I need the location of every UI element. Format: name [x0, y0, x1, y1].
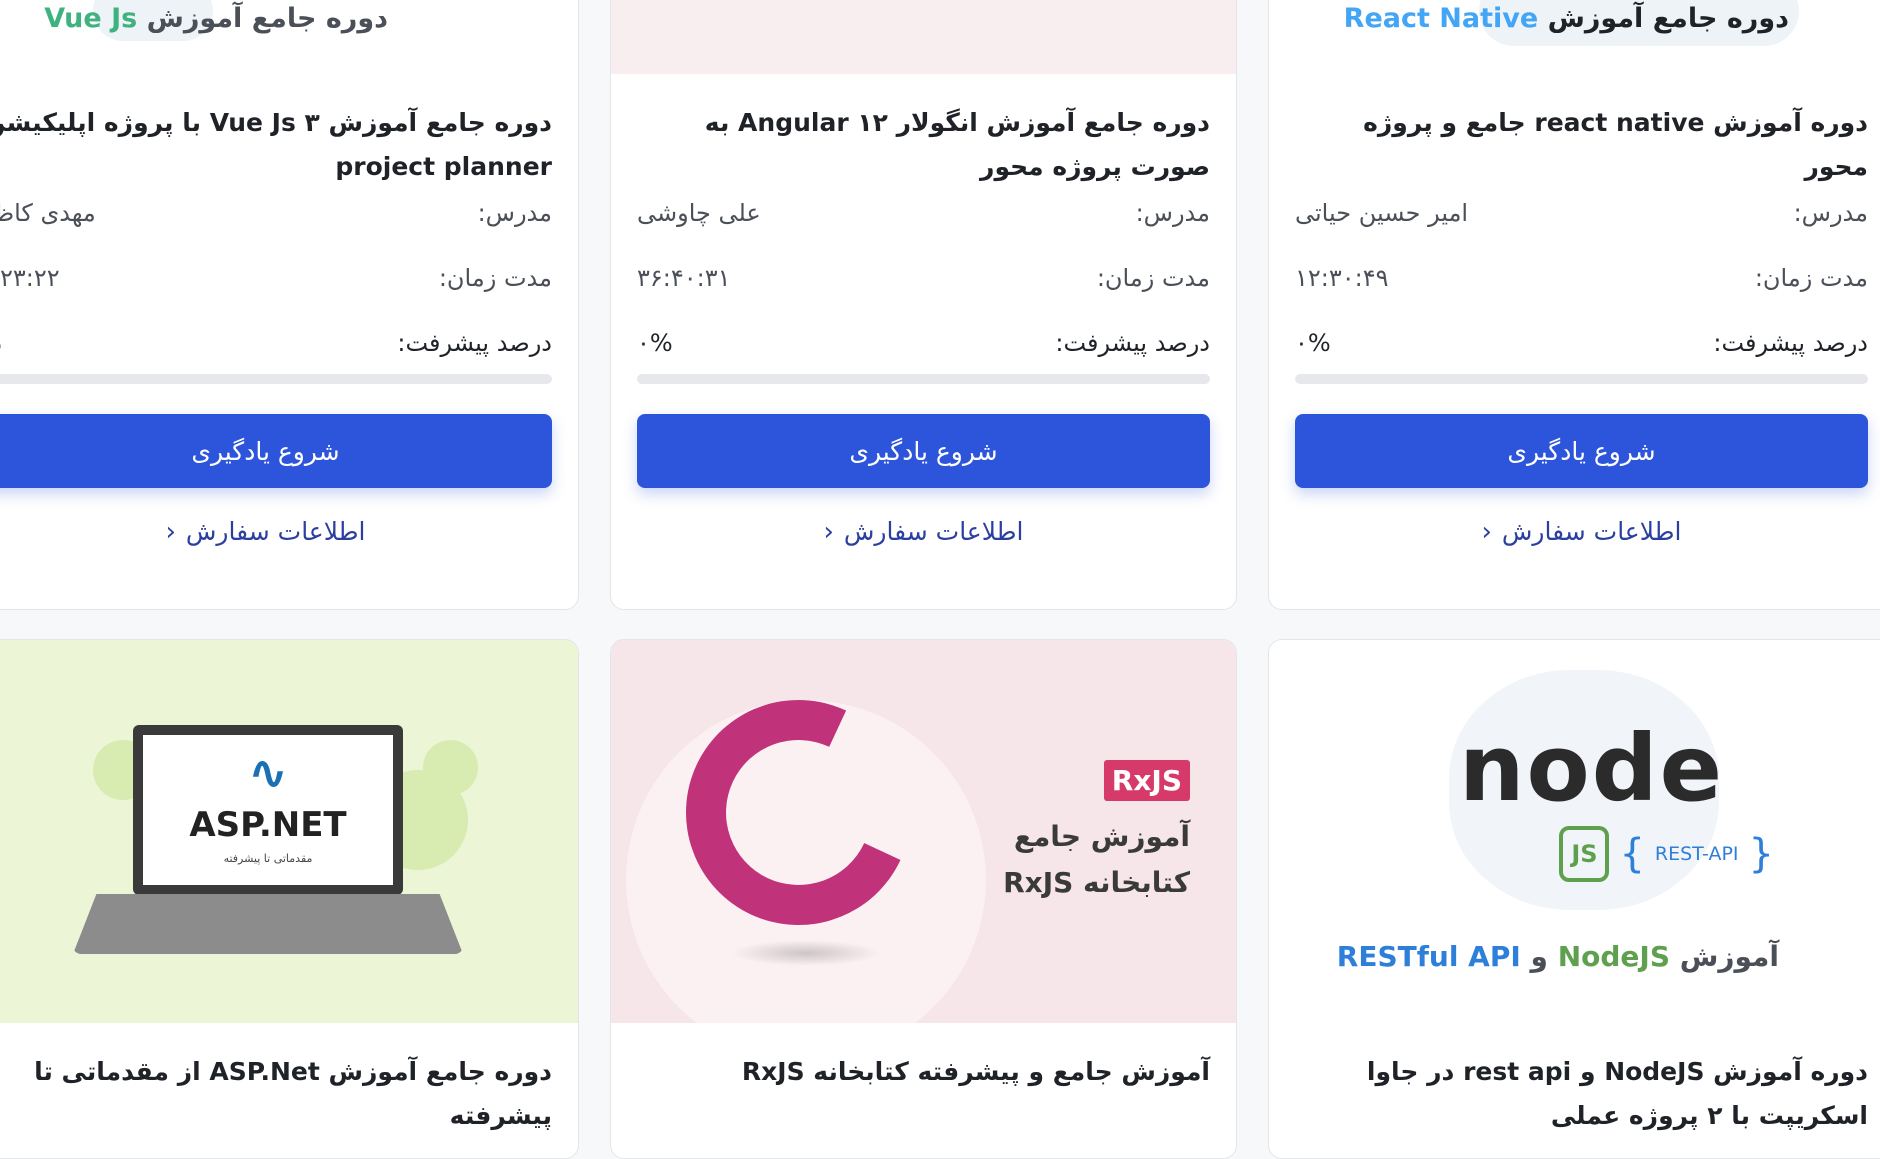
- course-title[interactable]: دوره آموزش react native جامع و پروژه محو…: [1295, 101, 1868, 189]
- course-title[interactable]: دوره جامع آموزش انگولار ۱۲ Angular به صو…: [637, 101, 1210, 189]
- duration-row: مدت زمان: ۱:۲۳:۲۲: [0, 264, 552, 292]
- order-info-label: اطلاعات سفارش: [185, 517, 366, 546]
- duration-value: ۱۲:۳۰:۴۹: [1295, 264, 1389, 292]
- js-hexagon-icon: JS: [1559, 826, 1610, 882]
- course-thumbnail: ∿ ASP.NET مقدماتی تا پیشرفته: [0, 640, 578, 1023]
- thumbnail-shadow: [731, 940, 881, 966]
- start-learning-button[interactable]: شروع یادگیری: [637, 414, 1210, 488]
- aspnet-subtitle: مقدماتی تا پیشرفته: [223, 852, 313, 865]
- chevron-left-icon: ‹: [823, 517, 834, 547]
- rxjs-badge: RxJS: [1103, 760, 1190, 801]
- laptop-base: [73, 894, 463, 954]
- instructor-label: مدرس:: [1135, 199, 1210, 227]
- curly-brace-icon: {: [1619, 831, 1645, 877]
- course-title[interactable]: دوره جامع آموزش ASP.Net از مقدماتی تا پی…: [0, 1050, 552, 1138]
- course-title[interactable]: دوره آموزش NodeJS و rest api در جاوا اسک…: [1295, 1050, 1868, 1138]
- progress-label: درصد پیشرفت:: [397, 329, 552, 357]
- progress-bar: [637, 374, 1210, 384]
- course-card-vue[interactable]: دوره جامع آموزش Vue Js دوره جامع آموزش V…: [0, 0, 579, 610]
- nodejs-logo-text: node: [1459, 715, 1724, 822]
- course-card-rxjs[interactable]: RxJS آموزش جامع کتابخانه RxJS آموزش جامع…: [610, 639, 1237, 1159]
- course-thumbnail: دوره جامع آموزش React Native: [1269, 0, 1880, 74]
- thumbnail-shadow: [761, 0, 1011, 1]
- thumbnail-title: دوره جامع آموزش React Native: [1344, 3, 1789, 34]
- course-card-aspnet[interactable]: ∿ ASP.NET مقدماتی تا پیشرفته دوره جامع آ…: [0, 639, 579, 1159]
- thumbnail-title-brand: React Native: [1343, 3, 1539, 34]
- nodejs-logo: node: [1459, 715, 1724, 822]
- duration-row: مدت زمان: ۱۲:۳۰:۴۹: [1295, 264, 1868, 292]
- duration-row: مدت زمان: ۳۶:۴۰:۳۱: [637, 264, 1210, 292]
- course-thumbnail: [611, 0, 1236, 74]
- start-learning-button[interactable]: شروع یادگیری: [0, 414, 552, 488]
- order-info-link[interactable]: اطلاعات سفارش ‹: [0, 517, 578, 547]
- course-thumbnail: RxJS آموزش جامع کتابخانه RxJS: [611, 640, 1236, 1023]
- laptop-screen: ∿ ASP.NET مقدماتی تا پیشرفته: [133, 725, 403, 895]
- chevron-left-icon: ‹: [1481, 517, 1492, 547]
- course-thumbnail: دوره جامع آموزش Vue Js: [0, 0, 578, 74]
- thumbnail-caption: آموزش NodeJS و RESTful API: [1337, 940, 1779, 973]
- instructor-name: امیر حسین حیاتی: [1295, 199, 1469, 227]
- duration-label: مدت زمان:: [1096, 264, 1210, 292]
- duration-label: مدت زمان:: [1754, 264, 1868, 292]
- progress-value: ۰%: [1295, 329, 1331, 357]
- course-card-react-native[interactable]: دوره جامع آموزش React Native دوره آموزش …: [1268, 0, 1880, 610]
- progress-row: درصد پیشرفت: ۰%: [1295, 329, 1868, 357]
- chevron-left-icon: ‹: [165, 517, 176, 547]
- progress-bar: [1295, 374, 1868, 384]
- order-info-label: اطلاعات سفارش: [1501, 517, 1682, 546]
- rest-api-badge: REST-API: [1654, 843, 1739, 865]
- course-title[interactable]: آموزش جامع و پیشرفته کتابخانه RxJS: [637, 1050, 1210, 1094]
- course-title[interactable]: دوره جامع آموزش Vue Js ۳ با پروژه اپلیکی…: [0, 101, 552, 189]
- instructor-row: مدرس: علی چاوشی: [637, 199, 1210, 227]
- aspnet-wave-icon: ∿: [247, 745, 289, 801]
- progress-bar: [0, 374, 552, 384]
- instructor-row: مدرس: مهدی کاظم: [0, 199, 552, 227]
- course-card-angular[interactable]: دوره جامع آموزش انگولار ۱۲ Angular به صو…: [610, 0, 1237, 610]
- instructor-row: مدرس: امیر حسین حیاتی: [1295, 199, 1868, 227]
- order-info-label: اطلاعات سفارش: [843, 517, 1024, 546]
- thumbnail-badges: JS { REST-API }: [1559, 826, 1774, 882]
- duration-value: ۱:۲۳:۲۲: [0, 264, 60, 292]
- instructor-label: مدرس:: [477, 199, 552, 227]
- order-info-link[interactable]: اطلاعات سفارش ‹: [611, 517, 1236, 547]
- caption-and: و: [1530, 940, 1548, 973]
- course-card-nodejs[interactable]: node JS { REST-API } آموزش NodeJS و REST…: [1268, 639, 1880, 1159]
- aspnet-logo: ASP.NET: [189, 805, 347, 845]
- caption-node: NodeJS: [1557, 940, 1670, 973]
- progress-label: درصد پیشرفت:: [1713, 329, 1868, 357]
- thumbnail-caption-line1: آموزش جامع: [1013, 820, 1190, 853]
- order-info-link[interactable]: اطلاعات سفارش ‹: [1269, 517, 1880, 547]
- curly-brace-icon: }: [1748, 831, 1774, 877]
- progress-value: %: [0, 329, 2, 357]
- thumbnail-title-prefix: دوره جامع آموزش: [146, 3, 388, 34]
- instructor-name: علی چاوشی: [637, 199, 761, 227]
- start-learning-button[interactable]: شروع یادگیری: [1295, 414, 1868, 488]
- thumbnail-title-prefix: دوره جامع آموزش: [1547, 3, 1789, 34]
- instructor-label: مدرس:: [1793, 199, 1868, 227]
- duration-label: مدت زمان:: [438, 264, 552, 292]
- progress-label: درصد پیشرفت:: [1055, 329, 1210, 357]
- thumbnail-caption-line2: کتابخانه RxJS: [1003, 866, 1190, 899]
- duration-value: ۳۶:۴۰:۳۱: [637, 264, 731, 292]
- progress-row: درصد پیشرفت: %: [0, 329, 552, 357]
- progress-row: درصد پیشرفت: ۰%: [637, 329, 1210, 357]
- progress-value: ۰%: [637, 329, 673, 357]
- instructor-name: مهدی کاظم: [0, 199, 96, 227]
- thumbnail-title-brand: Vue Js: [44, 3, 138, 34]
- course-thumbnail: node JS { REST-API } آموزش NodeJS و REST…: [1269, 640, 1880, 1023]
- caption-rest: RESTful API: [1336, 940, 1521, 973]
- thumbnail-title: دوره جامع آموزش Vue Js: [44, 3, 388, 34]
- caption-prefix: آموزش: [1679, 940, 1779, 973]
